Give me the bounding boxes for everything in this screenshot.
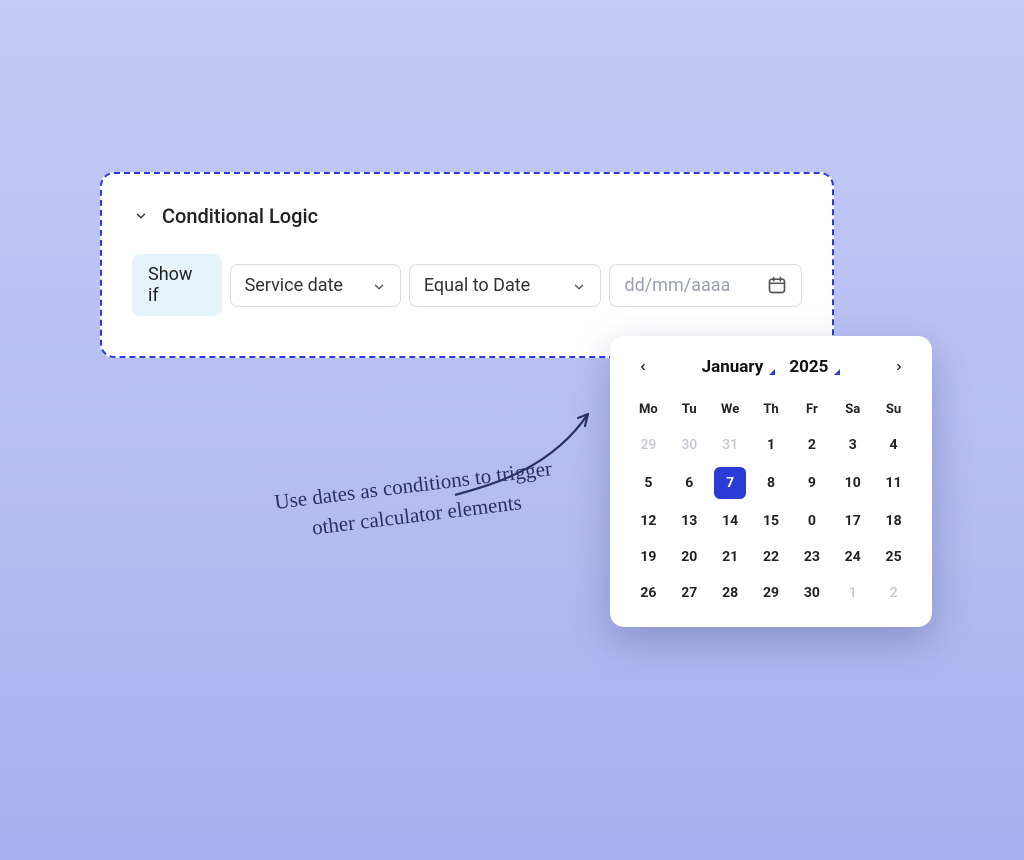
calendar-header: January 2025 — [628, 356, 914, 382]
field-select[interactable]: Service date — [230, 264, 401, 307]
calendar-day[interactable]: 31 — [710, 429, 751, 461]
calendar-day[interactable]: 4 — [873, 429, 914, 461]
conditional-logic-panel: Conditional Logic Show if Service date E… — [100, 172, 834, 358]
field-select-value: Service date — [245, 275, 343, 296]
calendar-day[interactable]: 26 — [628, 577, 669, 609]
calendar-day[interactable]: 22 — [751, 541, 792, 573]
date-input[interactable]: dd/mm/aaaa — [609, 264, 802, 307]
chevron-down-icon — [572, 278, 586, 292]
calendar-month-select[interactable]: January — [702, 357, 776, 377]
calendar-day[interactable]: 23 — [791, 541, 832, 573]
calendar-dow: Mo — [628, 396, 669, 425]
calendar-day[interactable]: 14 — [710, 505, 751, 537]
calendar-grid: MoTuWeThFrSaSu29303112345678910111213141… — [628, 396, 914, 609]
calendar-dow: Th — [751, 396, 792, 425]
calendar-day[interactable]: 18 — [873, 505, 914, 537]
calendar-day[interactable]: 2 — [873, 577, 914, 609]
calendar-popup: January 2025 MoTuWeThFrSaSu2930311234567… — [610, 336, 932, 627]
calendar-day[interactable]: 30 — [669, 429, 710, 461]
calendar-day[interactable]: 9 — [791, 465, 832, 501]
date-placeholder: dd/mm/aaaa — [624, 275, 730, 296]
calendar-day[interactable]: 27 — [669, 577, 710, 609]
show-if-chip: Show if — [132, 254, 222, 316]
calendar-dow: Fr — [791, 396, 832, 425]
calendar-day[interactable]: 0 — [791, 505, 832, 537]
section-title: Conditional Logic — [162, 204, 318, 228]
calendar-dow: Sa — [832, 396, 873, 425]
calendar-day[interactable]: 3 — [832, 429, 873, 461]
calendar-next-button[interactable] — [888, 356, 910, 378]
annotation-text: Use dates as conditions to trigger other… — [257, 451, 572, 549]
operator-select[interactable]: Equal to Date — [409, 264, 602, 307]
condition-row: Show if Service date Equal to Date dd/mm… — [132, 254, 802, 316]
calendar-day[interactable]: 29 — [628, 429, 669, 461]
calendar-day[interactable]: 2 — [791, 429, 832, 461]
calendar-day[interactable]: 1 — [751, 429, 792, 461]
calendar-day[interactable]: 28 — [710, 577, 751, 609]
calendar-day[interactable]: 17 — [832, 505, 873, 537]
calendar-day[interactable]: 21 — [710, 541, 751, 573]
calendar-day[interactable]: 10 — [832, 465, 873, 501]
calendar-day[interactable]: 30 — [791, 577, 832, 609]
calendar-day[interactable]: 29 — [751, 577, 792, 609]
calendar-day[interactable]: 6 — [669, 465, 710, 501]
calendar-day[interactable]: 20 — [669, 541, 710, 573]
calendar-day[interactable]: 5 — [628, 465, 669, 501]
calendar-day[interactable]: 19 — [628, 541, 669, 573]
calendar-dow: Tu — [669, 396, 710, 425]
chevron-down-icon — [372, 278, 386, 292]
operator-select-value: Equal to Date — [424, 275, 530, 296]
calendar-day[interactable]: 13 — [669, 505, 710, 537]
calendar-day[interactable]: 15 — [751, 505, 792, 537]
calendar-dow: Su — [873, 396, 914, 425]
calendar-day[interactable]: 25 — [873, 541, 914, 573]
section-header[interactable]: Conditional Logic — [132, 204, 802, 228]
chevron-down-icon — [132, 207, 150, 225]
calendar-day[interactable]: 8 — [751, 465, 792, 501]
calendar-icon — [767, 275, 787, 295]
calendar-dow: We — [710, 396, 751, 425]
calendar-day[interactable]: 12 — [628, 505, 669, 537]
calendar-day[interactable]: 11 — [873, 465, 914, 501]
calendar-year-select[interactable]: 2025 — [789, 357, 840, 377]
calendar-prev-button[interactable] — [632, 356, 654, 378]
calendar-title: January 2025 — [702, 357, 841, 377]
calendar-day[interactable]: 24 — [832, 541, 873, 573]
calendar-day[interactable]: 7 — [714, 467, 746, 499]
calendar-day[interactable]: 1 — [832, 577, 873, 609]
